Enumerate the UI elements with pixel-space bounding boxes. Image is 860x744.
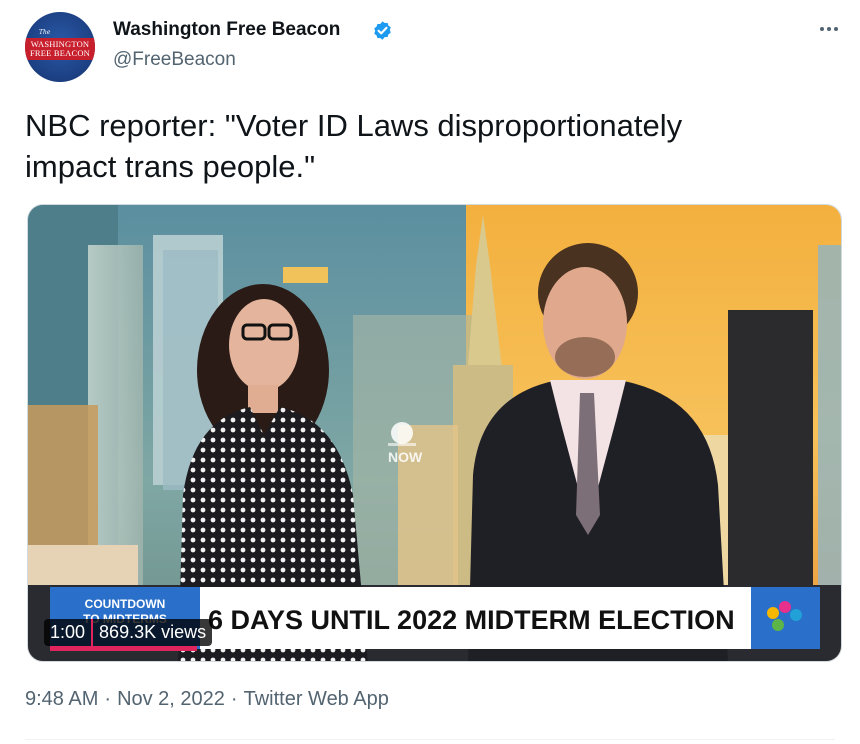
more-options-icon[interactable] — [814, 14, 844, 44]
meta-dot-2: · — [230, 688, 238, 710]
banner-tag-line1: COUNTDOWN — [85, 597, 166, 611]
video-overlay-chip: 1:00 869.3K views — [44, 619, 213, 646]
tweet-text-line2: impact trans people." — [25, 149, 316, 184]
verified-badge-icon — [374, 21, 391, 40]
account-display-name[interactable]: Washington Free Beacon — [113, 19, 340, 41]
avatar-logo-line2: FREE BEACON — [29, 48, 91, 58]
video-frame: NOW COUNTDOWN TO MIDTERMS 6 DAYS UNTIL 2… — [28, 205, 841, 661]
video-player[interactable]: NOW COUNTDOWN TO MIDTERMS 6 DAYS UNTIL 2… — [27, 204, 842, 662]
account-handle[interactable]: @FreeBeacon — [113, 49, 236, 71]
tweet-text: NBC reporter: "Voter ID Laws disproporti… — [25, 105, 815, 187]
divider — [25, 739, 835, 740]
account-avatar[interactable]: The WASHINGTON FREE BEACON — [25, 12, 95, 82]
tweet-source[interactable]: Twitter Web App — [244, 688, 389, 711]
video-duration: 1:00 — [50, 622, 86, 642]
tweet-text-line1: NBC reporter: "Voter ID Laws disproporti… — [25, 108, 683, 143]
avatar-the-text: The — [39, 29, 51, 36]
tweet-date[interactable]: Nov 2, 2022 — [117, 688, 225, 711]
video-progress-bar[interactable] — [50, 646, 197, 651]
network-bug-text: NOW — [388, 449, 423, 465]
banner-headline: 6 DAYS UNTIL 2022 MIDTERM ELECTION — [208, 605, 735, 635]
meta-dot-1: · — [104, 688, 112, 710]
video-views: 869.3K views — [99, 622, 207, 642]
tweet-meta: 9:48 AM · Nov 2, 2022 · Twitter Web App — [25, 688, 389, 711]
tweet-time[interactable]: 9:48 AM — [25, 688, 98, 711]
avatar-logo-ribbon: WASHINGTON FREE BEACON — [25, 38, 95, 60]
